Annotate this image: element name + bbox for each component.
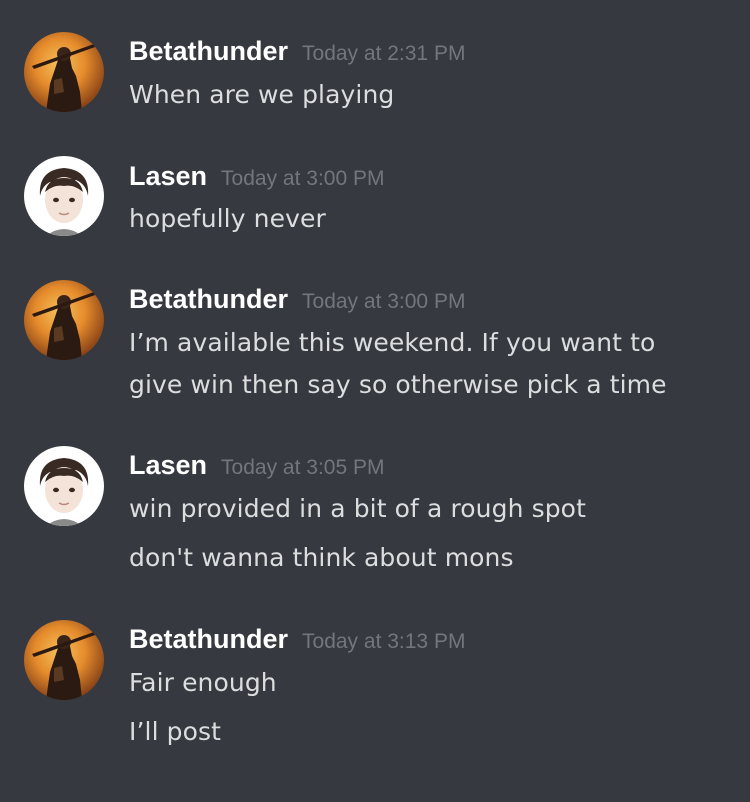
message-text: win provided in a bit of a rough spot (129, 494, 586, 523)
knight-avatar-icon[interactable] (24, 620, 104, 700)
message-text: I’m available this weekend. If you want … (129, 328, 656, 357)
message-text: Fair enough (129, 668, 277, 697)
message-text: I’ll post (129, 717, 222, 746)
timestamp: Today at 3:05 PM (221, 456, 385, 479)
message-text: hopefully never (129, 204, 326, 233)
message-header: Betathunder Today at 3:13 PM (129, 624, 465, 655)
timestamp: Today at 3:00 PM (221, 167, 385, 190)
knight-avatar-icon[interactable] (24, 280, 104, 360)
username[interactable]: Lasen (129, 161, 207, 191)
message-header: Betathunder Today at 2:31 PM (129, 36, 465, 67)
timestamp: Today at 3:13 PM (302, 630, 466, 653)
message-text: don't wanna think about mons (129, 543, 514, 572)
username[interactable]: Lasen (129, 450, 207, 480)
message-header: Lasen Today at 3:00 PM (129, 161, 384, 192)
message-text: When are we playing (129, 80, 395, 109)
username[interactable]: Betathunder (129, 284, 288, 314)
message-header: Betathunder Today at 3:00 PM (129, 284, 465, 315)
knight-avatar-icon[interactable] (24, 32, 104, 112)
timestamp: Today at 2:31 PM (302, 42, 466, 65)
username[interactable]: Betathunder (129, 624, 288, 654)
message-text: give win then say so otherwise pick a ti… (129, 370, 667, 399)
anime-boy-avatar-icon[interactable] (24, 446, 104, 526)
anime-boy-avatar-icon[interactable] (24, 156, 104, 236)
timestamp: Today at 3:00 PM (302, 290, 466, 313)
message-header: Lasen Today at 3:05 PM (129, 450, 384, 481)
username[interactable]: Betathunder (129, 36, 288, 66)
